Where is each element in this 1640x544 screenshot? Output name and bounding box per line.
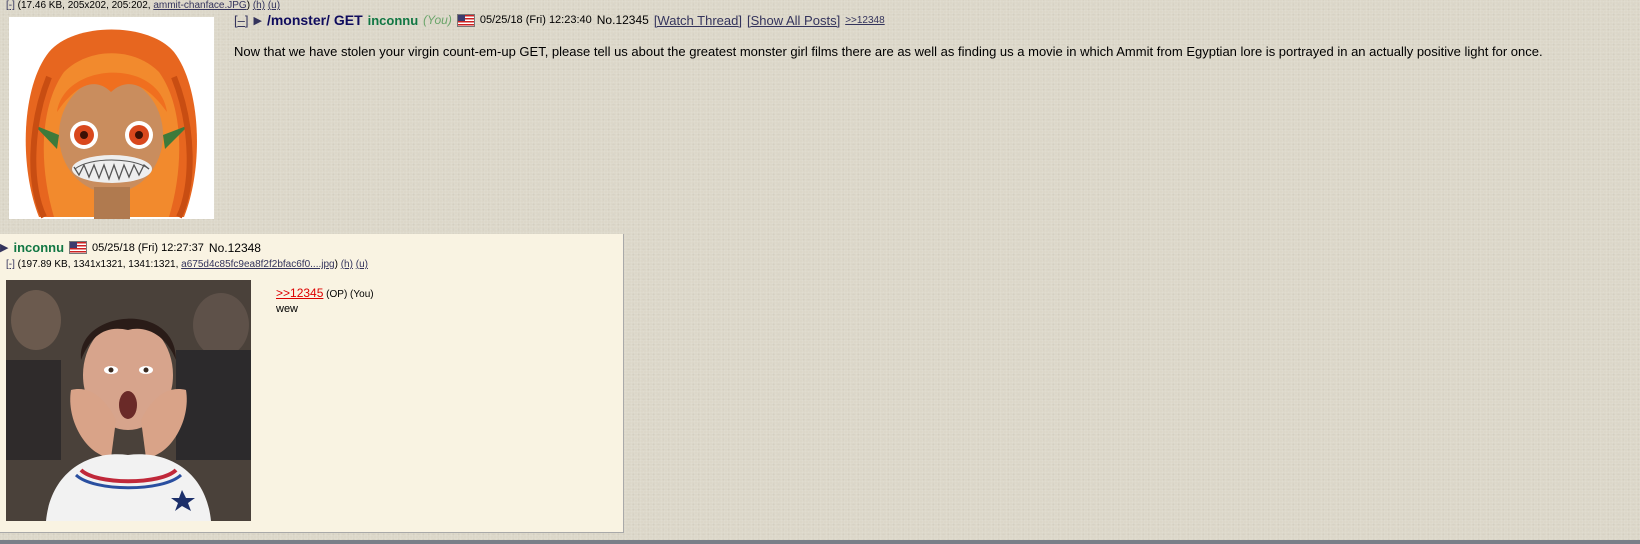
op-post-header: [–] ▶ /monster/ GET inconnu (You) 05/25/…: [234, 12, 885, 28]
watch-thread-link[interactable]: [Watch Thread]: [654, 13, 742, 28]
op-file-info: [-] (17.46 KB, 205x202, 205:202, ammit-c…: [6, 0, 280, 11]
post-number-link[interactable]: No.12345: [597, 13, 649, 27]
us-flag-icon: [456, 13, 475, 27]
reply-file-name-link[interactable]: a675d4c85fc9ea8f2f2bfac6f0....jpg: [181, 259, 334, 270]
op-file-hash-link[interactable]: (h): [253, 0, 265, 11]
op-thumbnail-image[interactable]: [9, 17, 214, 219]
reply-file-hash-link[interactable]: (h): [341, 259, 353, 270]
reply-post: ▶ inconnu 05/25/18 (Fri) 12:27:37 No.123…: [0, 234, 624, 533]
ammit-face-illustration: [9, 17, 214, 219]
reply-file-meta: (197.89 KB, 1341x1321, 1341:1321,: [14, 259, 182, 270]
hide-thread-button[interactable]: [–]: [234, 13, 248, 28]
op-message: Now that we have stolen your virgin coun…: [234, 44, 1543, 59]
shocked-player-photo: [6, 280, 251, 521]
triangle-right-icon[interactable]: ▶: [0, 241, 8, 254]
reply-file-info: [-] (197.89 KB, 1341x1321, 1341:1321, a6…: [6, 259, 368, 270]
op-file-meta: (17.46 KB, 205x202, 205:202,: [14, 0, 154, 11]
post-datetime: 05/25/18 (Fri) 12:27:37: [92, 241, 204, 254]
reply-body: >>12345 (OP) (You) wew: [276, 286, 374, 315]
op-file-unlink-link[interactable]: (u): [268, 0, 280, 11]
op-file-toggle[interactable]: [-]: [6, 0, 15, 11]
reply-file-unlink-link[interactable]: (u): [356, 259, 368, 270]
backlink[interactable]: >>12348: [845, 15, 885, 26]
reply-thumbnail-image[interactable]: [6, 280, 251, 521]
thread-subject: /monster/ GET: [266, 12, 363, 28]
show-all-posts-link[interactable]: [Show All Posts]: [747, 13, 840, 28]
us-flag-icon: [69, 241, 88, 254]
poster-name: inconnu: [13, 240, 65, 255]
quote-link-suffix: (OP) (You): [323, 289, 374, 300]
op-file-name-link[interactable]: ammit-chanface.JPG: [153, 0, 246, 11]
reply-message: wew: [276, 303, 299, 315]
poster-name: inconnu: [367, 12, 419, 28]
quote-link-op[interactable]: >>12345: [276, 286, 323, 300]
post-datetime: 05/25/18 (Fri) 12:23:40: [479, 14, 592, 26]
triangle-right-icon[interactable]: ▶: [253, 14, 261, 27]
post-number-link[interactable]: No.12348: [209, 241, 261, 255]
you-marker: (You): [423, 13, 452, 27]
reply-file-toggle[interactable]: [-]: [6, 259, 15, 270]
bottom-border: [0, 540, 1640, 544]
reply-post-header: ▶ inconnu 05/25/18 (Fri) 12:27:37 No.123…: [0, 240, 261, 255]
